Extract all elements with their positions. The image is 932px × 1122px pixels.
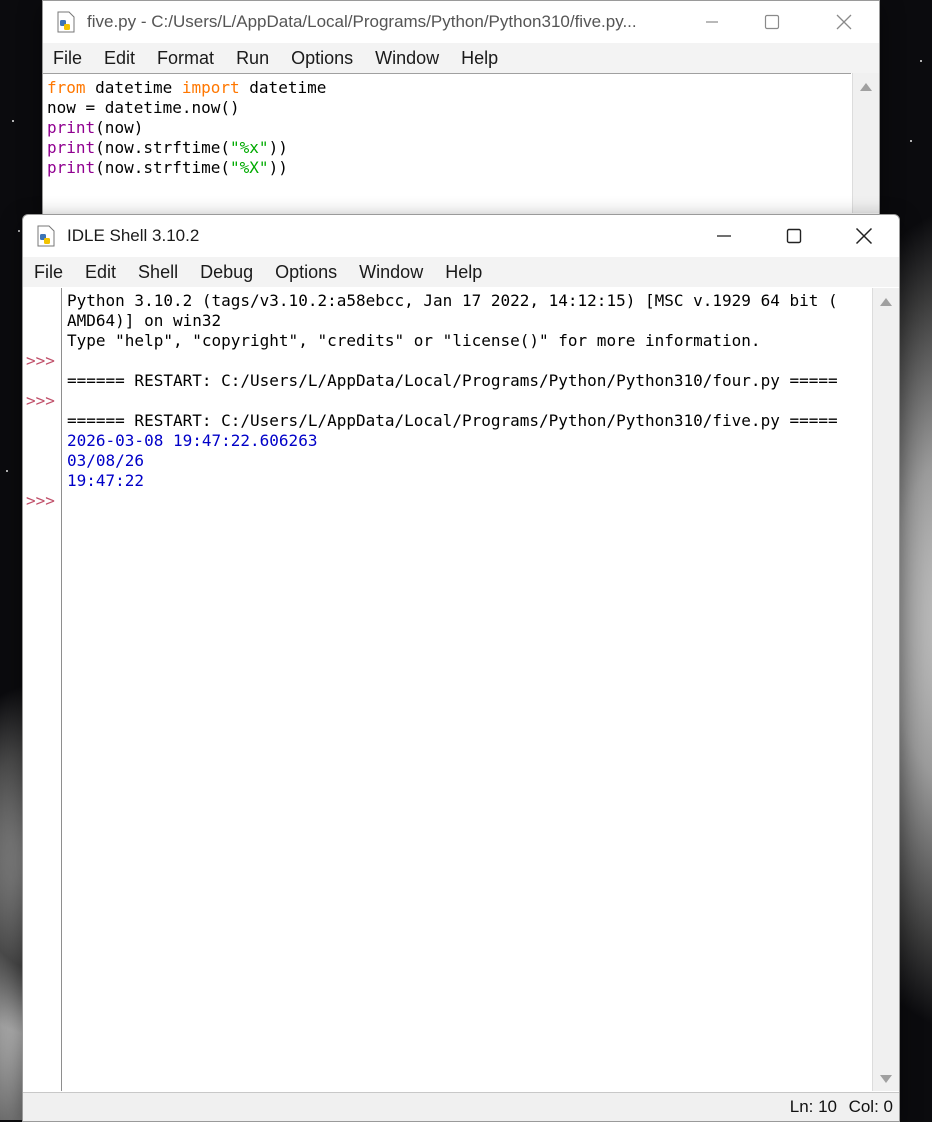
maximize-icon <box>764 14 780 30</box>
scroll-up-arrow-icon[interactable] <box>860 83 872 91</box>
minimize-button[interactable] <box>683 1 741 43</box>
minimize-button[interactable] <box>695 215 753 257</box>
shell-output[interactable]: Python 3.10.2 (tags/v3.10.2:a58ebcc, Jan… <box>67 291 873 1091</box>
code-editor[interactable]: from datetime import datetime now = datet… <box>43 73 851 213</box>
code-token: (now) <box>95 118 144 137</box>
menu-options[interactable]: Options <box>275 262 337 283</box>
menu-options[interactable]: Options <box>291 48 353 69</box>
banner-line: AMD64)] on win32 <box>67 311 222 330</box>
menu-run[interactable]: Run <box>236 48 269 69</box>
code-line: print(now) <box>47 118 851 138</box>
menu-file[interactable]: File <box>53 48 82 69</box>
close-button[interactable] <box>815 1 873 43</box>
minimize-icon <box>706 21 718 23</box>
builtin-print: print <box>47 138 96 157</box>
output-line: 19:47:22 <box>67 471 145 490</box>
shell-title: IDLE Shell 3.10.2 <box>67 226 200 245</box>
star <box>920 60 922 62</box>
shell-titlebar[interactable]: IDLE Shell 3.10.2 <box>23 215 899 257</box>
output-line: 2026-03-08 19:47:22.606263 <box>67 431 318 450</box>
editor-menubar: File Edit Format Run Options Window Help <box>43 43 879 73</box>
python-file-icon <box>35 225 57 247</box>
close-icon <box>855 227 873 245</box>
output-line: 03/08/26 <box>67 451 145 470</box>
string-literal: "%x" <box>230 138 269 157</box>
editor-titlebar[interactable]: five.py - C:/Users/L/AppData/Local/Progr… <box>43 1 879 43</box>
maximize-icon <box>786 228 802 244</box>
menu-format[interactable]: Format <box>157 48 214 69</box>
shell-prompt: >>> <box>26 391 55 410</box>
keyword-import: import <box>181 78 240 97</box>
close-icon <box>836 14 852 30</box>
code-token: )) <box>268 158 288 177</box>
star <box>910 140 912 142</box>
editor-title: five.py - C:/Users/L/AppData/Local/Progr… <box>87 12 637 31</box>
banner-line: Python 3.10.2 (tags/v3.10.2:a58ebcc, Jan… <box>67 291 838 310</box>
status-bar: Ln: 10 Col: 0 <box>23 1092 899 1121</box>
menu-debug[interactable]: Debug <box>200 262 253 283</box>
minimize-icon <box>717 235 731 237</box>
code-token: (now.strftime( <box>95 138 231 157</box>
menu-help[interactable]: Help <box>461 48 498 69</box>
code-line: now = datetime.now() <box>47 98 240 117</box>
maximize-button[interactable] <box>743 1 801 43</box>
scroll-down-arrow-icon[interactable] <box>880 1075 892 1083</box>
code-token: datetime <box>85 78 182 97</box>
code-line: from datetime import datetime <box>47 78 851 98</box>
close-button[interactable] <box>835 215 893 257</box>
shell-menubar: File Edit Shell Debug Options Window Hel… <box>23 257 899 287</box>
star <box>6 470 8 472</box>
editor-scrollbar[interactable] <box>852 73 879 213</box>
maximize-button[interactable] <box>765 215 823 257</box>
code-token: (now.strftime( <box>95 158 231 177</box>
star <box>18 230 20 232</box>
menu-window[interactable]: Window <box>375 48 439 69</box>
prompt-gutter: >>> >>> >>> <box>23 288 62 1091</box>
line-number: Ln: 10 <box>789 1097 837 1116</box>
code-token: datetime <box>239 78 327 97</box>
menu-file[interactable]: File <box>34 262 63 283</box>
editor-window: five.py - C:/Users/L/AppData/Local/Progr… <box>42 0 880 216</box>
shell-prompt: >>> <box>26 491 55 510</box>
string-literal: "%X" <box>230 158 269 177</box>
shell-window: IDLE Shell 3.10.2 File Edit Shell Debug … <box>22 214 900 1122</box>
shell-prompt: >>> <box>26 351 55 370</box>
code-line: print(now.strftime("%X")) <box>47 158 851 178</box>
restart-line: ====== RESTART: C:/Users/L/AppData/Local… <box>67 371 838 390</box>
python-file-icon <box>55 11 77 33</box>
keyword-from: from <box>47 78 86 97</box>
restart-line: ====== RESTART: C:/Users/L/AppData/Local… <box>67 411 838 430</box>
menu-edit[interactable]: Edit <box>104 48 135 69</box>
code-token: )) <box>268 138 288 157</box>
menu-help[interactable]: Help <box>445 262 482 283</box>
column-number: Col: 0 <box>848 1097 893 1116</box>
menu-shell[interactable]: Shell <box>138 262 178 283</box>
builtin-print: print <box>47 158 96 177</box>
star <box>12 120 14 122</box>
menu-window[interactable]: Window <box>359 262 423 283</box>
shell-scrollbar[interactable] <box>872 288 899 1091</box>
scroll-up-arrow-icon[interactable] <box>880 298 892 306</box>
banner-line: Type "help", "copyright", "credits" or "… <box>67 331 761 350</box>
builtin-print: print <box>47 118 96 137</box>
code-line: print(now.strftime("%x")) <box>47 138 851 158</box>
menu-edit[interactable]: Edit <box>85 262 116 283</box>
